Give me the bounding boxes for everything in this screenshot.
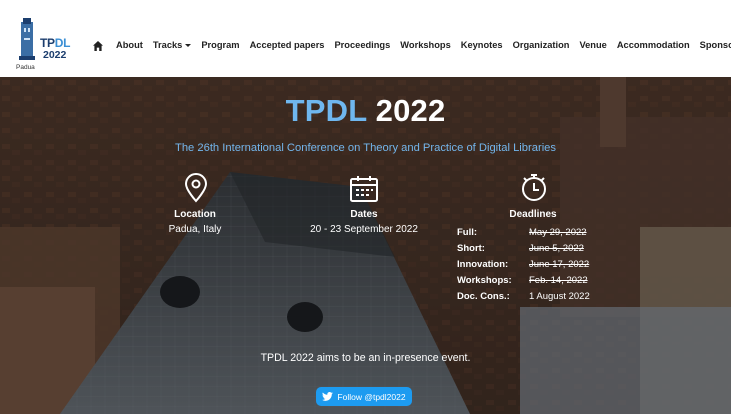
nav-item-organization[interactable]: Organization [513,40,570,50]
nav-item-sponsors[interactable]: Sponsors [700,40,731,50]
location-pin-icon [183,173,209,208]
nav-item-label: Sponsors [699,40,731,50]
nav-item-label: Tracks [152,40,183,50]
caret-down-icon [185,44,192,47]
deadlines-heading: Deadlines [509,209,557,220]
nav-item-venue[interactable]: Venue [579,40,606,50]
dates-value: 20 - 23 September 2022 [310,224,418,235]
tower-logo-icon [19,18,35,60]
site-logo[interactable]: TPDL 2022 Padua [12,18,82,74]
twitter-bird-icon [322,392,334,401]
deadline-row: Workshops: Feb. 14, 2022 [457,275,588,291]
nav-item-label: Accepted papers [249,40,325,50]
nav-item-program[interactable]: Program [201,40,239,50]
site-header: TPDL 2022 Padua About Tracks Program Accept… [0,0,731,77]
nav-item-accommodation[interactable]: Accommodation [617,40,690,50]
presence-note: TPDL 2022 aims to be an in-presence even… [260,352,471,364]
deadline-date: June 17, 2022 [529,259,590,270]
deadline-label: Innovation: [457,259,509,270]
deadline-date: May 29, 2022 [529,227,587,238]
nav-item-proceedings[interactable]: Proceedings [334,40,390,50]
deadline-label: Doc. Cons.: [457,291,510,302]
deadline-row: Innovation: June 17, 2022 [457,259,589,275]
nav-item-label: Keynotes [460,40,503,50]
logo-year: 2022 [43,49,67,61]
deadline-label: Short: [457,243,485,254]
nav-item-label: Proceedings [334,40,391,50]
home-icon[interactable] [92,39,104,51]
logo-acronym: TPDL [40,36,71,50]
location-heading: Location [174,209,216,220]
deadline-row: Full: May 29, 2022 [457,227,587,243]
twitter-follow-button[interactable]: Follow @tpdl2022 [316,387,412,406]
location-value: Padua, Italy [168,224,222,235]
hero-banner: TPDL 2022 The 26th International Confere… [0,77,731,414]
nav-item-label: Venue [579,40,607,50]
deadline-date: 1 August 2022 [529,291,590,302]
deadline-label: Full: [457,227,478,238]
stopwatch-icon [520,172,548,208]
deadline-row: Short: June 5, 2022 [457,243,584,259]
calendar-icon [349,174,379,208]
nav-item-tracks[interactable]: Tracks [152,40,192,50]
nav-item-label: Accommodation [616,40,690,50]
nav-item-accepted-papers[interactable]: Accepted papers [250,40,325,50]
deadline-date: Feb. 14, 2022 [529,275,588,286]
nav-item-about[interactable]: About [116,40,143,50]
deadline-label: Workshops: [457,275,512,286]
deadline-row: Doc. Cons.: 1 August 2022 [457,291,590,307]
follow-label: Follow @tpdl2022 [337,391,406,402]
nav-item-label: Workshops [400,40,451,50]
main-nav: About Tracks Program Accepted papers Proceed… [92,37,731,53]
nav-item-label: About [116,40,143,50]
deadline-date: June 5, 2022 [529,243,584,254]
nav-item-label: Program [201,40,240,50]
page-title: TPDL 2022 [285,93,446,128]
nav-item-keynotes[interactable]: Keynotes [461,40,503,50]
logo-city: Padua [16,64,35,71]
nav-item-workshops[interactable]: Workshops [400,40,450,50]
dates-heading: Dates [350,209,378,220]
conference-subtitle: The 26th International Conference on The… [174,142,556,154]
nav-item-label: Organization [512,40,570,50]
